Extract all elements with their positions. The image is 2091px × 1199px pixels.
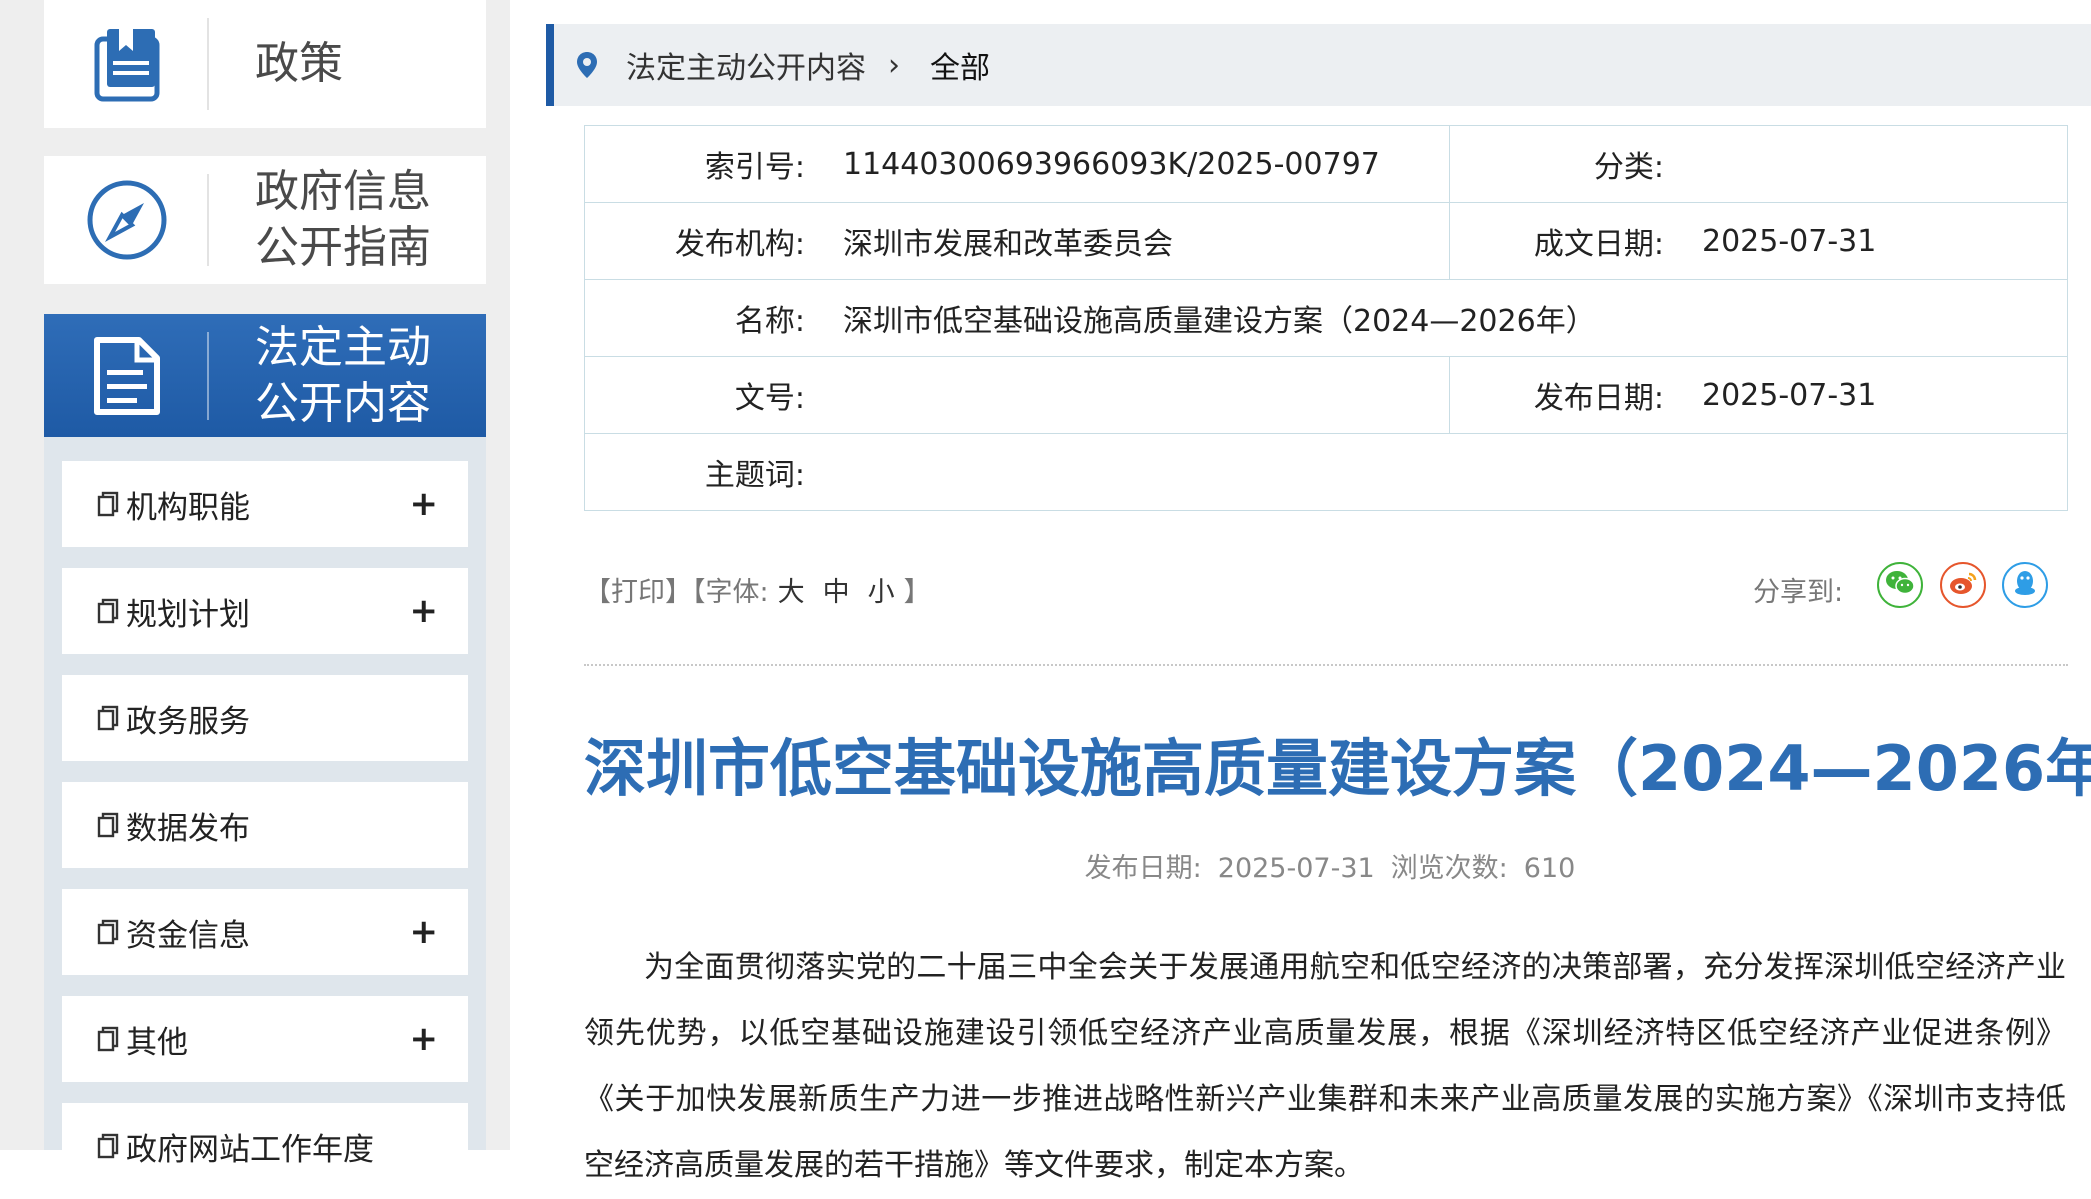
subnav-item-institution[interactable]: 机构职能 +	[62, 461, 468, 547]
expand-icon[interactable]: +	[410, 591, 439, 631]
breadcrumb-current[interactable]: 全部	[930, 43, 990, 87]
article-paragraph: 为全面贯彻落实党的二十届三中全会关于发展通用航空和低空经济的决策部署，充分发挥深…	[584, 950, 2066, 1183]
divider	[584, 664, 2068, 666]
table-key: 主题词:	[584, 433, 827, 511]
table-key: 发布机构:	[584, 202, 827, 280]
subnav-item-label: 政务服务	[126, 703, 250, 740]
nav-card-label-line: 政府信息	[255, 166, 431, 217]
table-value: 2025-07-31	[1686, 202, 2068, 280]
book-icon	[44, 0, 209, 128]
share-qq-button[interactable]	[2002, 562, 2048, 608]
share-wechat-button[interactable]	[1877, 562, 1923, 608]
table-value: 2025-07-31	[1686, 356, 2068, 434]
copy-icon	[96, 811, 120, 839]
table-value	[827, 356, 1450, 434]
print-button[interactable]: 【打印】	[584, 577, 692, 608]
table-key: 发布日期:	[1449, 356, 1686, 434]
nav-card-policy[interactable]: 政策	[44, 0, 486, 128]
table-key: 名称:	[584, 279, 827, 357]
subnav-item-label: 政府网站工作年度	[126, 1131, 374, 1168]
article-meta: 发布日期: 2025-07-31 浏览次数: 610	[0, 846, 2091, 885]
breadcrumb: 法定主动公开内容 › 全部	[546, 24, 2091, 106]
font-size-suffix: 】	[903, 577, 931, 608]
location-pin-icon	[576, 51, 598, 79]
nav-card-label: 政府信息 公开指南	[209, 164, 431, 276]
share-weibo-button[interactable]	[1940, 562, 1986, 608]
subnav-item-label: 数据发布	[126, 810, 250, 847]
subnav-item-label: 其他	[126, 1024, 188, 1061]
copy-icon	[96, 1025, 120, 1053]
copy-icon	[96, 1132, 120, 1160]
subnav-item-annual-report[interactable]: 政府网站工作年度	[62, 1103, 468, 1189]
nav-card-label: 法定主动 公开内容	[209, 320, 431, 432]
meta-label: 发布日期:	[1084, 853, 1202, 884]
subnav-item-funds[interactable]: 资金信息 +	[62, 889, 468, 975]
nav-card-label-line: 法定主动	[255, 322, 431, 373]
article-title: 深圳市低空基础设施高质量建设方案（2024—2026年）	[584, 732, 2091, 805]
subnav-item-label: 机构职能	[126, 489, 250, 526]
meta-value: 2025-07-31	[1217, 853, 1375, 884]
subnav-item-label: 资金信息	[126, 917, 250, 954]
nav-card-label-line: 公开指南	[255, 222, 431, 273]
font-size-large-button[interactable]: 大	[778, 577, 805, 608]
subnav-item-label: 规划计划	[126, 596, 250, 633]
meta-label: 浏览次数:	[1390, 853, 1508, 884]
subnav-item-other[interactable]: 其他 +	[62, 996, 468, 1082]
chevron-right-icon: ›	[888, 47, 900, 83]
expand-icon[interactable]: +	[410, 484, 439, 524]
subnav-item-services[interactable]: 政务服务	[62, 675, 468, 761]
copy-icon	[96, 490, 120, 518]
table-value: 11440300693966093K/2025-00797	[827, 125, 1450, 203]
nav-card-label: 政策	[255, 38, 343, 89]
meta-pubdate: 发布日期: 2025-07-31	[1085, 853, 1375, 884]
table-key: 分类:	[1449, 125, 1686, 203]
nav-card-label-line: 公开内容	[255, 378, 431, 429]
expand-icon[interactable]: +	[410, 1019, 439, 1059]
copy-icon	[96, 597, 120, 625]
wechat-icon	[1885, 570, 1915, 600]
copy-icon	[96, 704, 120, 732]
table-row: 文号: 发布日期: 2025-07-31	[584, 356, 2068, 434]
font-size-prefix: 【字体:	[692, 577, 769, 608]
table-value: 深圳市发展和改革委员会	[827, 202, 1450, 280]
subnav-item-planning[interactable]: 规划计划 +	[62, 568, 468, 654]
compass-icon	[44, 156, 209, 284]
table-key: 文号:	[584, 356, 827, 434]
meta-views: 浏览次数: 610	[1391, 853, 1576, 884]
font-size-small-button[interactable]: 小	[868, 577, 895, 608]
weibo-icon	[1948, 570, 1978, 600]
table-row: 名称: 深圳市低空基础设施高质量建设方案（2024—2026年）	[584, 279, 2068, 357]
copy-icon	[96, 918, 120, 946]
table-key: 索引号:	[584, 125, 827, 203]
table-row: 发布机构: 深圳市发展和改革委员会 成文日期: 2025-07-31	[584, 202, 2068, 280]
font-size-medium-button[interactable]: 中	[823, 577, 850, 608]
nav-card-statutory[interactable]: 法定主动 公开内容	[44, 314, 486, 438]
table-key: 成文日期:	[1449, 202, 1686, 280]
breadcrumb-link[interactable]: 法定主动公开内容	[626, 43, 866, 87]
table-row: 主题词:	[584, 433, 2068, 511]
qq-icon	[2013, 569, 2037, 601]
article-tools: 【打印】【字体: 大中小】	[584, 570, 931, 609]
nav-card-guide[interactable]: 政府信息 公开指南	[44, 156, 486, 284]
table-row: 索引号: 11440300693966093K/2025-00797 分类:	[584, 125, 2068, 203]
table-value	[1686, 125, 2068, 203]
table-value	[827, 433, 2068, 511]
share-label: 分享到:	[1753, 577, 1844, 608]
document-icon	[44, 314, 209, 438]
document-info-table: 索引号: 11440300693966093K/2025-00797 分类: 发…	[584, 125, 2068, 511]
table-value: 深圳市低空基础设施高质量建设方案（2024—2026年）	[827, 279, 2068, 357]
expand-icon[interactable]: +	[410, 912, 439, 952]
meta-value: 610	[1523, 853, 1576, 884]
